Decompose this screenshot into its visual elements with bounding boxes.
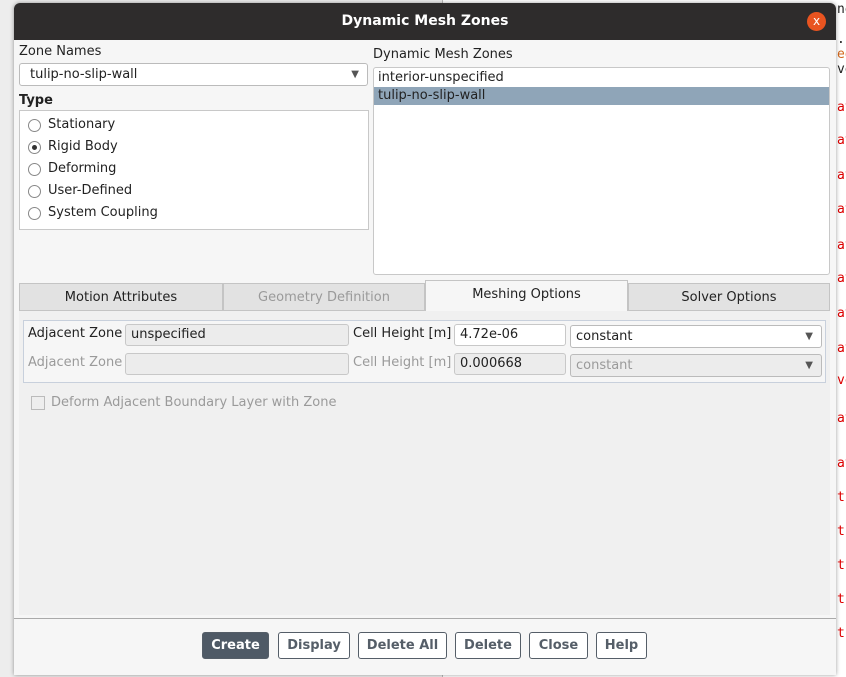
console-line: .. <box>837 32 846 47</box>
cell-height-label: Cell Height [m] <box>353 326 452 341</box>
title-bar: Dynamic Mesh Zones x <box>14 3 836 40</box>
console-line: at <box>837 168 846 183</box>
radio-circle <box>28 184 41 198</box>
console-line: vo <box>837 373 846 388</box>
radio-label: Stationary <box>48 117 116 132</box>
cell-height-method-dropdown[interactable]: constant ▼ <box>570 325 822 348</box>
cell-height-method-dropdown-2: constant ▼ <box>570 354 822 377</box>
console-line: at <box>837 100 846 115</box>
display-button[interactable]: Display <box>278 632 350 659</box>
cell-height-input-2: 0.000668 <box>454 353 566 375</box>
radio-rigid-body[interactable]: Rigid Body <box>28 136 368 158</box>
close-button[interactable]: Close <box>529 632 588 659</box>
dialog-title: Dynamic Mesh Zones <box>341 13 509 29</box>
deform-checkbox-label: Deform Adjacent Boundary Layer with Zone <box>51 395 337 410</box>
cell-height-label-2: Cell Height [m] <box>353 355 452 370</box>
chevron-down-icon: ▼ <box>805 360 813 371</box>
list-item[interactable]: tulip-no-slip-wall <box>374 87 829 105</box>
adjacent-zone-label-2: Adjacent Zone <box>28 355 123 370</box>
console-line: at <box>837 341 846 356</box>
console-line: ne <box>837 2 846 17</box>
console-line: at <box>837 456 846 471</box>
delete-button[interactable]: Delete <box>455 632 521 659</box>
tab-solver-options[interactable]: Solver Options <box>628 283 830 311</box>
help-button[interactable]: Help <box>596 632 647 659</box>
radio-circle <box>28 206 41 220</box>
console-line: at <box>837 411 846 426</box>
radio-circle <box>28 118 41 132</box>
dynamic-zones-label: Dynamic Mesh Zones <box>373 47 513 62</box>
adjacent-zone-label: Adjacent Zone <box>28 326 123 341</box>
radio-label: Deforming <box>48 161 117 176</box>
deform-checkbox: Deform Adjacent Boundary Layer with Zone <box>31 395 337 410</box>
create-button[interactable]: Create <box>202 632 269 659</box>
adjacent-zone-field: unspecified <box>125 324 349 346</box>
radio-deforming[interactable]: Deforming <box>28 158 368 180</box>
radio-stationary[interactable]: Stationary <box>28 114 368 136</box>
radio-system-coupling[interactable]: System Coupling <box>28 202 368 224</box>
radio-label: User-Defined <box>48 183 133 198</box>
method-value: constant <box>576 329 633 344</box>
radio-circle <box>28 140 41 154</box>
type-group: Stationary Rigid Body Deforming User-Define… <box>19 110 369 230</box>
console-line: at <box>837 238 846 253</box>
console-line: at <box>837 271 846 286</box>
console-line: at <box>837 306 846 321</box>
radio-label: Rigid Body <box>48 139 118 154</box>
checkbox-box <box>31 395 45 410</box>
zone-names-value: tulip-no-slip-wall <box>30 67 138 82</box>
console-line: ed <box>837 47 846 62</box>
adjacent-zone-field-2 <box>125 353 349 375</box>
tab-meshing-options[interactable]: Meshing Options <box>425 280 628 311</box>
delete-all-button[interactable]: Delete All <box>358 632 447 659</box>
dynamic-mesh-zones-dialog: Dynamic Mesh Zones x Zone Names tulip-no… <box>14 3 836 675</box>
tab-geometry-definition: Geometry Definition <box>223 283 425 311</box>
radio-user-defined[interactable]: User-Defined <box>28 180 368 202</box>
close-icon[interactable]: x <box>807 12 826 31</box>
zone-names-label: Zone Names <box>19 44 102 59</box>
cell-height-input[interactable]: 4.72e-06 <box>454 324 566 346</box>
radio-circle <box>28 162 41 176</box>
radio-label: System Coupling <box>48 205 158 220</box>
divider <box>14 618 836 619</box>
console-line: ti <box>837 524 846 539</box>
chevron-down-icon: ▼ <box>805 331 813 342</box>
dynamic-zones-list[interactable]: interior-unspecified tulip-no-slip-wall <box>373 67 830 275</box>
console-line: ti <box>837 592 846 607</box>
type-label: Type <box>19 93 53 108</box>
console-line: ti <box>837 626 846 641</box>
console-line: ve <box>837 62 846 77</box>
method-value-2: constant <box>576 358 633 373</box>
console-line: at <box>837 202 846 217</box>
chevron-down-icon: ▼ <box>351 69 359 80</box>
console-line: ti <box>837 558 846 573</box>
tab-motion-attributes[interactable]: Motion Attributes <box>19 283 223 311</box>
console-line: at <box>837 133 846 148</box>
list-item[interactable]: interior-unspecified <box>374 69 829 87</box>
console-line: ti <box>837 490 846 505</box>
zone-names-dropdown[interactable]: tulip-no-slip-wall ▼ <box>19 63 368 86</box>
